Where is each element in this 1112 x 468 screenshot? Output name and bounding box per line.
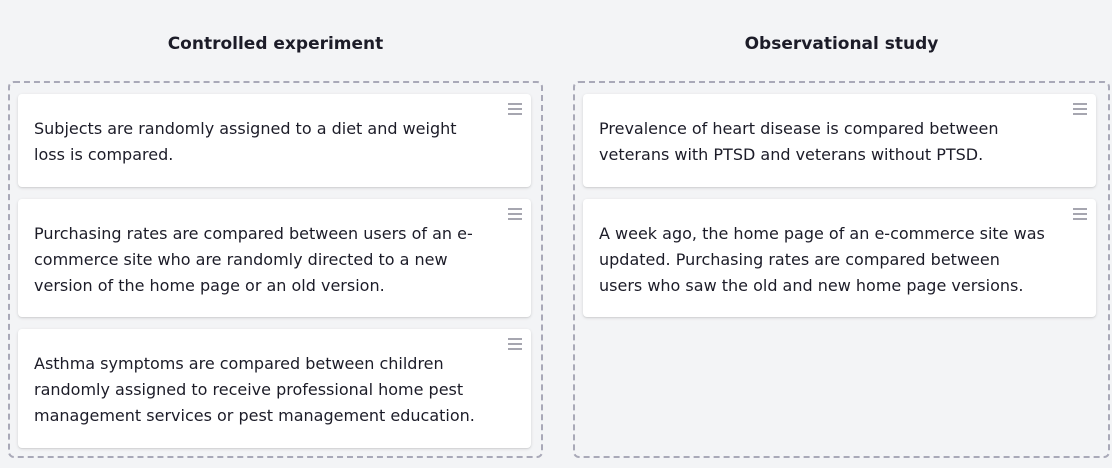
card-text: Purchasing rates are compared between us… [34, 224, 473, 295]
column-title: Observational study [744, 34, 939, 54]
card-text: Subjects are randomly assigned to a diet… [34, 119, 457, 164]
card-text: Asthma symptoms are compared between chi… [34, 354, 475, 425]
draggable-card[interactable]: Prevalence of heart disease is compared … [583, 94, 1096, 187]
drag-handle-icon[interactable] [508, 208, 522, 220]
draggable-card[interactable]: Asthma symptoms are compared between chi… [18, 329, 531, 448]
drag-handle-icon[interactable] [508, 338, 522, 350]
card-text: A week ago, the home page of an e-commer… [599, 224, 1045, 295]
drag-handle-icon[interactable] [1073, 208, 1087, 220]
draggable-card[interactable]: Purchasing rates are compared between us… [18, 199, 531, 317]
drag-handle-icon[interactable] [1073, 103, 1087, 115]
draggable-card[interactable]: A week ago, the home page of an e-commer… [583, 199, 1096, 317]
card-text: Prevalence of heart disease is compared … [599, 119, 999, 164]
column-title: Controlled experiment [167, 34, 384, 54]
drag-handle-icon[interactable] [508, 103, 522, 115]
draggable-card[interactable]: Subjects are randomly assigned to a diet… [18, 94, 531, 187]
